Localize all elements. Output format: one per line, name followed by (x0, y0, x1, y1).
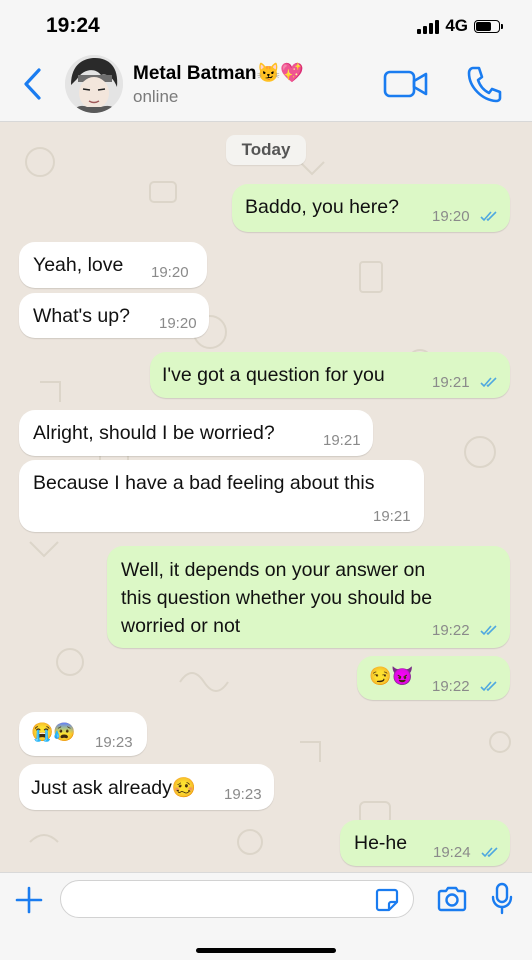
read-receipt-icon (480, 211, 497, 222)
video-call-button[interactable] (383, 68, 429, 105)
message-time: 19:21 (373, 508, 411, 525)
message-time: 19:22 (432, 678, 470, 695)
message-text: Yeah, love (33, 254, 124, 276)
message-time: 19:21 (432, 374, 470, 391)
read-receipt-icon (481, 847, 498, 858)
message-emoji: 😏😈 (369, 666, 414, 686)
camera-icon (437, 886, 467, 912)
sticker-button[interactable] (374, 887, 400, 918)
voice-call-button[interactable] (466, 65, 502, 108)
message-bubble-incoming[interactable]: Yeah, love 19:20 (19, 242, 207, 288)
voice-message-button[interactable] (490, 882, 514, 921)
message-time: 19:21 (323, 432, 361, 449)
status-bar: 19:24 4G (0, 0, 532, 50)
phone-icon (467, 66, 502, 103)
back-button[interactable] (18, 66, 48, 102)
chat-header: Metal Batman😼💖 online (0, 50, 532, 122)
battery-icon (474, 19, 503, 33)
sticker-icon (375, 888, 399, 912)
message-bubble-incoming[interactable]: Just ask already🥴 19:23 (19, 764, 274, 810)
message-time: 19:23 (95, 734, 133, 751)
message-text-line: worried or not (121, 615, 241, 637)
status-indicators: 4G (417, 16, 503, 36)
message-text: He-he (354, 832, 408, 854)
message-time: 19:20 (159, 315, 197, 332)
chat-area[interactable]: Today Baddo, you here? 19:20 Yeah, love … (0, 122, 532, 872)
message-time: 19:20 (151, 264, 189, 281)
video-camera-icon (383, 70, 428, 98)
message-time: 19:24 (433, 844, 471, 861)
attach-button[interactable] (14, 885, 44, 920)
message-text-line: Well, it depends on your answer on (121, 559, 426, 581)
message-bubble-incoming[interactable]: What's up? 19:20 (19, 293, 209, 338)
chevron-left-icon (24, 68, 41, 100)
message-text: Because I have a bad feeling about this (33, 472, 375, 494)
message-time: 19:23 (224, 786, 262, 803)
network-label: 4G (445, 16, 468, 35)
message-time: 19:22 (432, 622, 470, 639)
read-receipt-icon (480, 377, 497, 388)
message-time: 19:20 (432, 208, 470, 225)
contact-avatar-image (65, 55, 123, 113)
read-receipt-icon (480, 625, 497, 636)
message-bubble-outgoing[interactable]: He-he 19:24 (340, 820, 510, 866)
message-bubble-incoming[interactable]: Because I have a bad feeling about this … (19, 460, 424, 532)
home-indicator[interactable] (196, 948, 336, 953)
message-bubble-incoming[interactable]: Alright, should I be worried? 19:21 (19, 410, 373, 456)
message-bubble-outgoing[interactable]: Well, it depends on your answer on this … (107, 546, 510, 648)
message-text: Alright, should I be worried? (33, 422, 275, 444)
message-input[interactable] (60, 880, 414, 918)
message-text-line: this question whether you should be (121, 587, 433, 609)
message-emoji: 😭😰 (31, 722, 76, 742)
signal-icon (417, 19, 440, 34)
status-time: 19:24 (46, 14, 100, 37)
microphone-icon (491, 882, 513, 915)
message-text: Well, it depends on your answer on this … (121, 556, 432, 640)
message-text: Just ask already🥴 (31, 777, 197, 799)
read-receipt-icon (480, 681, 497, 692)
message-text: I've got a question for you (162, 364, 385, 386)
date-divider: Today (226, 135, 306, 165)
contact-name[interactable]: Metal Batman😼💖 (133, 61, 304, 85)
camera-button[interactable] (436, 885, 468, 918)
message-bubble-outgoing[interactable]: 😏😈 19:22 (357, 656, 510, 700)
contact-status: online (133, 87, 179, 106)
message-bubble-outgoing[interactable]: I've got a question for you 19:21 (150, 352, 510, 398)
message-bubble-outgoing[interactable]: Baddo, you here? 19:20 (232, 184, 510, 232)
message-text: Baddo, you here? (245, 196, 399, 218)
message-bubble-incoming[interactable]: 😭😰 19:23 (19, 712, 147, 756)
plus-icon (15, 886, 43, 914)
message-composer (0, 872, 532, 960)
message-text: What's up? (33, 305, 130, 327)
avatar[interactable] (65, 55, 123, 113)
